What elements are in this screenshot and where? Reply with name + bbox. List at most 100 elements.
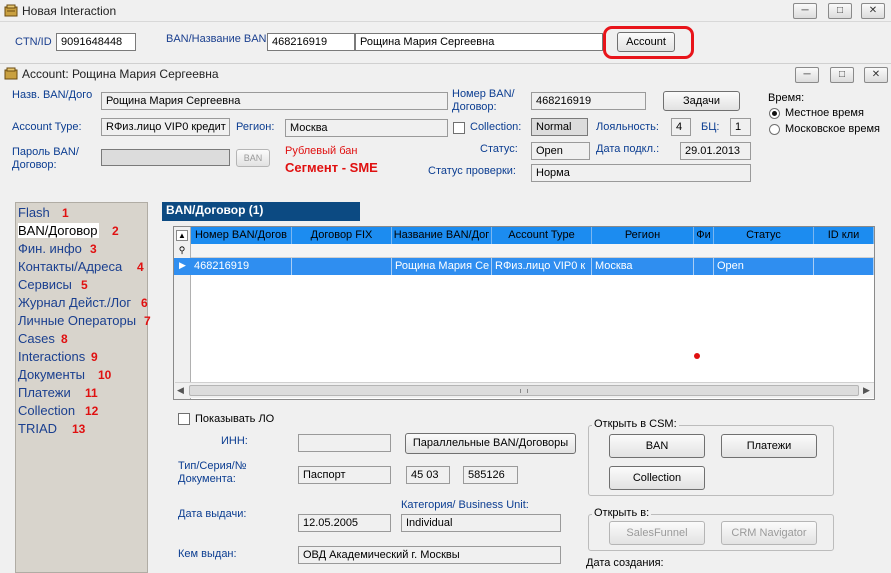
moscow-time-radio[interactable]: [769, 124, 780, 135]
csm-payments-button[interactable]: Платежи: [721, 434, 817, 458]
grid-column-header[interactable]: Account Type: [492, 227, 592, 244]
parallel-ban-button[interactable]: Параллельные BAN/Договоры: [405, 433, 576, 454]
tasks-button[interactable]: Задачи: [663, 91, 740, 111]
nav-item[interactable]: Фин. инфо: [18, 241, 82, 256]
issue-date-field: 12.05.2005: [298, 514, 391, 532]
grid-hscrollbar[interactable]: ◀ ▶: [175, 382, 874, 398]
window-titlebar: Новая Interaction ─ □ ✕: [0, 0, 891, 22]
category-label: Категория/ Business Unit:: [401, 499, 529, 511]
region-field: Москва: [285, 119, 448, 137]
collection-label: Collection:: [470, 121, 522, 133]
nav-item-number: 12: [85, 404, 99, 418]
connect-date-label: Дата подкл.:: [596, 143, 660, 155]
region-label: Регион:: [236, 121, 275, 133]
salesfunnel-button[interactable]: SalesFunnel: [609, 521, 705, 545]
nav-item-number: 10: [98, 368, 112, 382]
nav-item[interactable]: Сервисы: [18, 277, 72, 292]
csm-ban-button[interactable]: BAN: [609, 434, 705, 458]
nav-item-number: 5: [81, 278, 88, 292]
collection-checkbox[interactable]: [453, 122, 465, 134]
maximize-button[interactable]: □: [828, 3, 852, 19]
ruble-ban-text: Рублевый бан: [285, 145, 358, 157]
grid-search-icon[interactable]: ⚲: [176, 245, 188, 256]
nav-item[interactable]: Flash: [18, 205, 50, 220]
show-lo-checkbox[interactable]: [178, 413, 190, 425]
doc-type-field: Паспорт: [298, 466, 391, 484]
scroll-thumb[interactable]: [189, 385, 859, 396]
ban-input[interactable]: 468216919: [267, 33, 355, 51]
table-cell: Open: [714, 258, 814, 275]
nav-item[interactable]: Журнал Дейст./Лог: [18, 295, 131, 310]
nav-item[interactable]: Личные Операторы: [18, 313, 136, 328]
crm-navigator-button[interactable]: CRM Navigator: [721, 521, 817, 545]
close-button[interactable]: ✕: [861, 3, 885, 19]
nav-item[interactable]: Контакты/Адреса: [18, 259, 122, 274]
grid-column-header[interactable]: Номер BAN/Догов: [191, 227, 292, 244]
inn-label: ИНН:: [221, 435, 248, 447]
account-type-label: Account Type:: [12, 121, 82, 133]
scroll-grip-icon: [520, 389, 528, 393]
account-window-icon: [4, 67, 18, 81]
table-row[interactable]: 468216919 Рощина Мария Се RФиз.лицо VIP0 к…: [191, 258, 874, 275]
ctn-input[interactable]: 9091648448: [56, 33, 136, 51]
bc-label: БЦ:: [701, 121, 720, 133]
nav-item-number: 9: [91, 350, 98, 364]
nav-item[interactable]: Платежи: [18, 385, 71, 400]
open-csm-title: Открыть в CSM:: [592, 418, 679, 430]
local-time-label: Местное время: [785, 107, 864, 119]
grid-column-header[interactable]: Название BAN/Дог: [392, 227, 492, 244]
nav-item[interactable]: Interactions: [18, 349, 85, 364]
scroll-left-icon[interactable]: ◀: [177, 385, 184, 396]
doc-number-field: 585126: [463, 466, 518, 484]
account-maximize-button[interactable]: □: [830, 67, 854, 83]
category-field: Individual: [401, 514, 561, 532]
nav-item[interactable]: BAN/Договор: [18, 223, 100, 238]
csm-collection-button[interactable]: Collection: [609, 466, 705, 490]
grid-column-header[interactable]: Фи: [694, 227, 714, 244]
grid-column-header[interactable]: Статус: [714, 227, 814, 244]
grid-filter-row[interactable]: [191, 244, 874, 258]
status-field: Open: [531, 142, 590, 160]
open-in-title: Открыть в:: [592, 507, 652, 519]
grid-column-header[interactable]: ID кли: [814, 227, 874, 244]
account-window-title: Account: Рощина Мария Сергеевна: [22, 67, 219, 81]
grid-header: Номер BAN/Догов Договор FIX Название BAN/Д…: [191, 227, 874, 244]
account-minimize-button[interactable]: ─: [795, 67, 819, 83]
connect-date-field: 29.01.2013: [680, 142, 751, 160]
table-cell: [814, 258, 874, 275]
created-date-label: Дата создания:: [586, 557, 664, 569]
account-button[interactable]: Account: [617, 32, 675, 52]
account-close-button[interactable]: ✕: [864, 67, 888, 83]
nav-item-number: 1: [62, 206, 69, 220]
window-title: Новая Interaction: [22, 4, 117, 18]
collection-field: Normal: [531, 118, 588, 136]
scroll-right-icon[interactable]: ▶: [863, 385, 870, 396]
grid-top-icon[interactable]: ▲: [176, 230, 188, 241]
segment-text: Сегмент - SME: [285, 160, 378, 175]
loyalty-field: 4: [671, 118, 691, 136]
app-icon: [4, 4, 18, 18]
nav-item-number: 2: [112, 224, 119, 238]
table-cell: Рощина Мария Се: [392, 258, 492, 275]
nav-item[interactable]: Cases: [18, 331, 55, 346]
moscow-time-label: Московское время: [785, 123, 881, 135]
nav-item-number: 11: [85, 386, 98, 400]
grid-row-header: ▲ ⚲ ▶: [174, 227, 191, 399]
password-field[interactable]: [101, 149, 230, 166]
nav-item[interactable]: Collection: [18, 403, 75, 418]
ctn-label: CTN/ID: [15, 36, 52, 48]
nav-item[interactable]: Документы: [18, 367, 85, 382]
nav-item-number: 8: [61, 332, 68, 346]
doc-type-label: Тип/Серия/№ Документа:: [178, 460, 247, 485]
minimize-button[interactable]: ─: [793, 3, 817, 19]
ban-name-field: Рощина Мария Сергеевна: [101, 92, 448, 110]
local-time-radio[interactable]: [769, 108, 780, 119]
grid-column-header[interactable]: Договор FIX: [292, 227, 392, 244]
nav-item[interactable]: TRIAD: [18, 421, 57, 436]
show-lo-label: Показывать ЛО: [195, 413, 275, 425]
ban-small-button[interactable]: BAN: [236, 149, 270, 167]
loyalty-label: Лояльность:: [596, 121, 659, 133]
grid-column-header[interactable]: Регион: [592, 227, 694, 244]
ban-name-input[interactable]: Рощина Мария Сергеевна: [355, 33, 603, 51]
time-label: Время:: [768, 92, 805, 104]
